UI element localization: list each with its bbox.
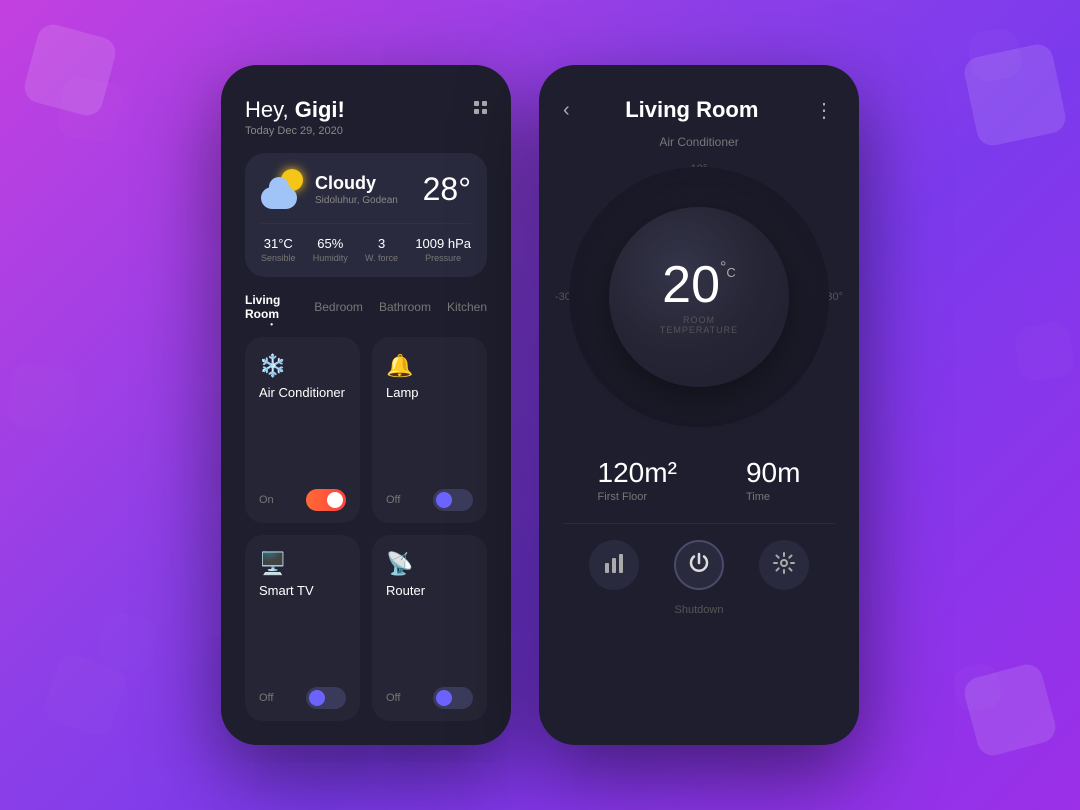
ac-toggle-knob <box>327 492 343 508</box>
grid-icon[interactable] <box>474 101 487 114</box>
greeting-section: Hey, Gigi! Today Dec 29, 2020 <box>245 97 345 137</box>
lamp-icon: 🔔 <box>386 353 473 379</box>
time-value: 90m <box>746 457 800 489</box>
right-header: ‹ Living Room ⋮ <box>539 65 859 135</box>
device-card-lamp[interactable]: 🔔 Lamp Off <box>372 337 487 523</box>
ac-controls: On <box>259 489 346 511</box>
router-toggle[interactable] <box>433 687 473 709</box>
weather-temperature: 28° <box>423 171 471 208</box>
weather-info: Cloudy Sidoluhur, Godean <box>315 173 398 206</box>
back-button[interactable]: ‹ <box>563 99 570 122</box>
area-label: First Floor <box>598 491 677 503</box>
lamp-status: Off <box>386 494 400 506</box>
settings-icon <box>773 552 795 579</box>
room-temp-label: ROOMTEMPERATURE <box>660 315 738 335</box>
area-value: 120m² <box>598 457 677 489</box>
tv-toggle[interactable] <box>306 687 346 709</box>
shutdown-label: Shutdown <box>539 604 859 640</box>
stat-area: 120m² First Floor <box>598 457 677 503</box>
router-controls: Off <box>386 687 473 709</box>
phones-container: Hey, Gigi! Today Dec 29, 2020 C <box>221 65 859 745</box>
temperature-value: 20 <box>662 259 720 311</box>
tab-kitchen[interactable]: Kitchen <box>447 300 487 314</box>
more-button[interactable]: ⋮ <box>814 98 835 123</box>
bottom-controls <box>539 524 859 600</box>
stat-sensible: 31°C Sensible <box>261 236 296 263</box>
tv-name: Smart TV <box>259 583 346 598</box>
device-card-ac[interactable]: ❄️ Air Conditioner On <box>245 337 360 523</box>
stat-time: 90m Time <box>746 457 800 503</box>
power-button[interactable] <box>674 540 724 590</box>
tv-controls: Off <box>259 687 346 709</box>
ac-name: Air Conditioner <box>259 385 346 400</box>
device-card-tv[interactable]: 🖥️ Smart TV Off <box>245 535 360 721</box>
greeting-name: Gigi! <box>295 97 345 122</box>
weather-location: Sidoluhur, Godean <box>315 195 398 206</box>
temperature-display: 20 ° C <box>662 259 736 311</box>
stat-humidity: 65% Humidity <box>313 236 348 263</box>
ac-section-label: Air Conditioner <box>539 135 859 157</box>
device-card-router[interactable]: 📡 Router Off <box>372 535 487 721</box>
lamp-controls: Off <box>386 489 473 511</box>
tv-toggle-knob <box>309 690 325 706</box>
weather-left: Cloudy Sidoluhur, Godean <box>261 167 398 211</box>
tv-icon: 🖥️ <box>259 551 346 577</box>
thermostat-bg[interactable]: 20 ° C ROOMTEMPERATURE <box>569 167 829 427</box>
tab-bathroom[interactable]: Bathroom <box>379 300 431 314</box>
lamp-toggle-knob <box>436 492 452 508</box>
header-row: Hey, Gigi! Today Dec 29, 2020 <box>245 97 487 137</box>
ac-status: On <box>259 494 274 506</box>
phone-right: ‹ Living Room ⋮ Air Conditioner <box>539 65 859 745</box>
stat-pressure: 1009 hPa Pressure <box>415 236 471 263</box>
tab-bedroom[interactable]: Bedroom <box>314 300 363 314</box>
router-toggle-knob <box>436 690 452 706</box>
device-grid: ❄️ Air Conditioner On 🔔 Lamp Off <box>245 337 487 721</box>
lamp-name: Lamp <box>386 385 473 400</box>
router-icon: 📡 <box>386 551 473 577</box>
thermostat-inner: 20 ° C ROOMTEMPERATURE <box>609 207 789 387</box>
temp-celsius: C <box>726 265 735 280</box>
cloud-icon <box>261 187 297 209</box>
ac-toggle[interactable] <box>306 489 346 511</box>
power-icon <box>688 552 710 579</box>
thermostat-area: -30° 30° 10° 20 ° C ROOMTEMPERATURE <box>559 157 839 437</box>
weather-card: Cloudy Sidoluhur, Godean 28° 31°C Sensib… <box>245 153 487 277</box>
lamp-toggle[interactable] <box>433 489 473 511</box>
time-label: Time <box>746 491 800 503</box>
greeting-hey: Hey, <box>245 97 289 122</box>
router-name: Router <box>386 583 473 598</box>
weather-stats: 31°C Sensible 65% Humidity 3 W. force 10… <box>261 223 471 263</box>
phone-left: Hey, Gigi! Today Dec 29, 2020 C <box>221 65 511 745</box>
date-text: Today Dec 29, 2020 <box>245 125 345 137</box>
room-title: Living Room <box>625 97 758 123</box>
stats-button[interactable] <box>589 540 639 590</box>
tv-status: Off <box>259 692 273 704</box>
ac-icon: ❄️ <box>259 353 346 379</box>
weather-top: Cloudy Sidoluhur, Godean 28° <box>261 167 471 211</box>
weather-condition: Cloudy <box>315 173 398 194</box>
stat-wind: 3 W. force <box>365 236 398 263</box>
stats-row: 120m² First Floor 90m Time <box>539 437 859 523</box>
settings-button[interactable] <box>759 540 809 590</box>
greeting-text: Hey, Gigi! <box>245 97 345 123</box>
tab-living-room[interactable]: Living Room <box>245 293 298 321</box>
weather-icon <box>261 167 305 211</box>
room-tabs: Living Room Bedroom Bathroom Kitchen <box>245 293 487 321</box>
router-status: Off <box>386 692 400 704</box>
stats-icon <box>603 553 625 578</box>
